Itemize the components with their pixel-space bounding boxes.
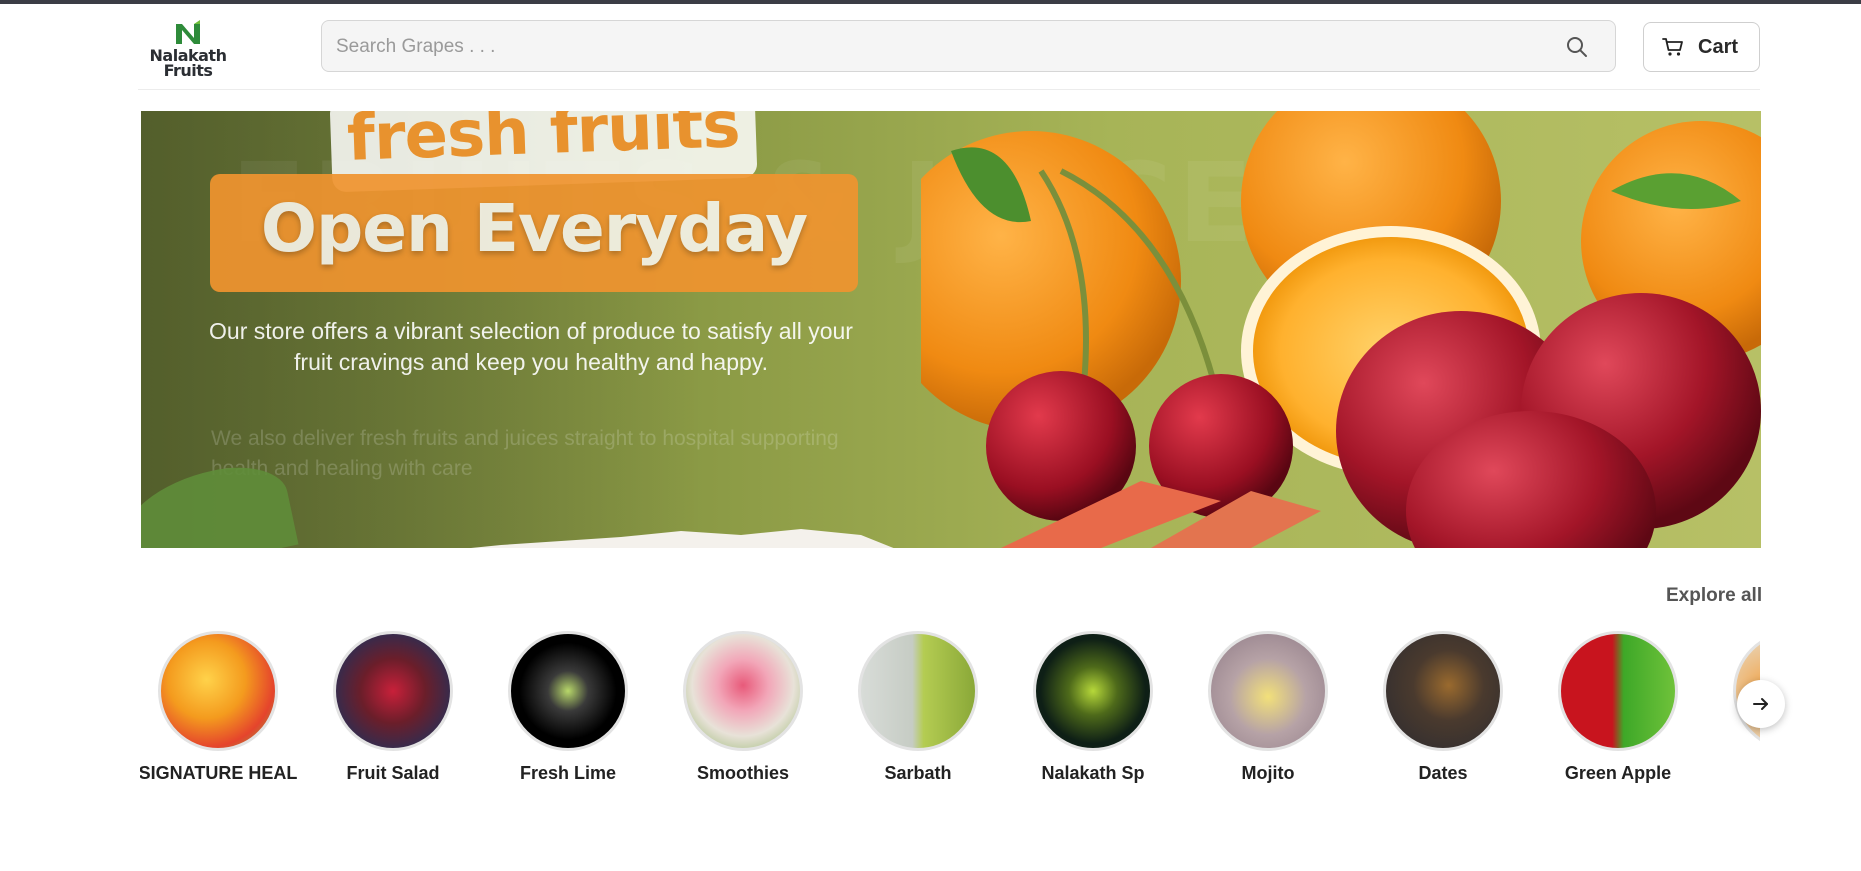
category-image [1383,631,1503,751]
category-item[interactable]: Dates [1365,630,1525,790]
banner-fruit-illustration [921,111,1761,548]
torn-paper-edge [471,529,894,548]
category-item[interactable]: Fresh Lime [490,630,650,790]
cart-button[interactable]: Cart [1643,22,1760,72]
category-name: Dates [1418,763,1468,783]
category-carousel: SIGNATURE HEAL Fruit Salad Fresh Lime Sm… [140,630,1760,790]
search-icon[interactable] [1565,35,1589,59]
category-item[interactable]: SIGNATURE HEAL [140,630,300,790]
fresh-fruits-label: fresh fruits [345,111,741,176]
category-name: Sarbath [884,763,952,783]
category-item[interactable]: Green Apple [1540,630,1700,790]
category-image [508,631,628,751]
category-item[interactable]: Fruit Salad [315,630,475,790]
category-name: Mojito [1241,763,1295,783]
search-bar [321,20,1616,73]
category-name: Fresh Lime [519,763,617,783]
category-item[interactable]: Smoothies [665,630,825,790]
category-item[interactable]: Nalakath Sp [1015,630,1175,790]
explore-all-link[interactable]: Explore all [1666,585,1762,607]
category-item[interactable]: Sarbath [840,630,1000,790]
banner-faded-text: We also deliver fresh fruits and juices … [211,427,839,480]
category-image [158,631,278,751]
category-image [1558,631,1678,751]
brand-name-line2: Fruits [163,61,213,80]
open-everyday-tag: Open Everyday [210,174,858,292]
category-name: SIGNATURE HEAL [140,763,298,783]
cart-label: Cart [1698,36,1739,58]
hero-banner[interactable]: FRUITS & JUICE [141,111,1761,548]
cart-icon [1662,38,1683,56]
category-name: S [1705,763,1760,784]
banner-description: Our store offers a vibrant selection of … [209,318,853,375]
brand-logo[interactable]: Nalakath Fruits [138,20,238,80]
category-name: Fruit Salad [346,763,440,783]
category-image [333,631,453,751]
category-item[interactable]: Mojito [1190,630,1350,790]
arrow-right-icon [1753,698,1768,710]
carousel-next-button[interactable] [1737,680,1785,728]
logo-mark-icon [176,20,200,44]
category-name: Nalakath Sp [1041,763,1145,783]
category-image [1033,631,1153,751]
search-input[interactable] [334,21,1538,73]
open-everyday-label: Open Everyday [260,190,808,267]
category-name: Green Apple [1564,763,1672,783]
category-name: Smoothies [696,763,789,783]
category-image [683,631,803,751]
category-image [858,631,978,751]
top-accent-bar [0,0,1861,4]
header-divider [138,89,1760,90]
category-image [1208,631,1328,751]
